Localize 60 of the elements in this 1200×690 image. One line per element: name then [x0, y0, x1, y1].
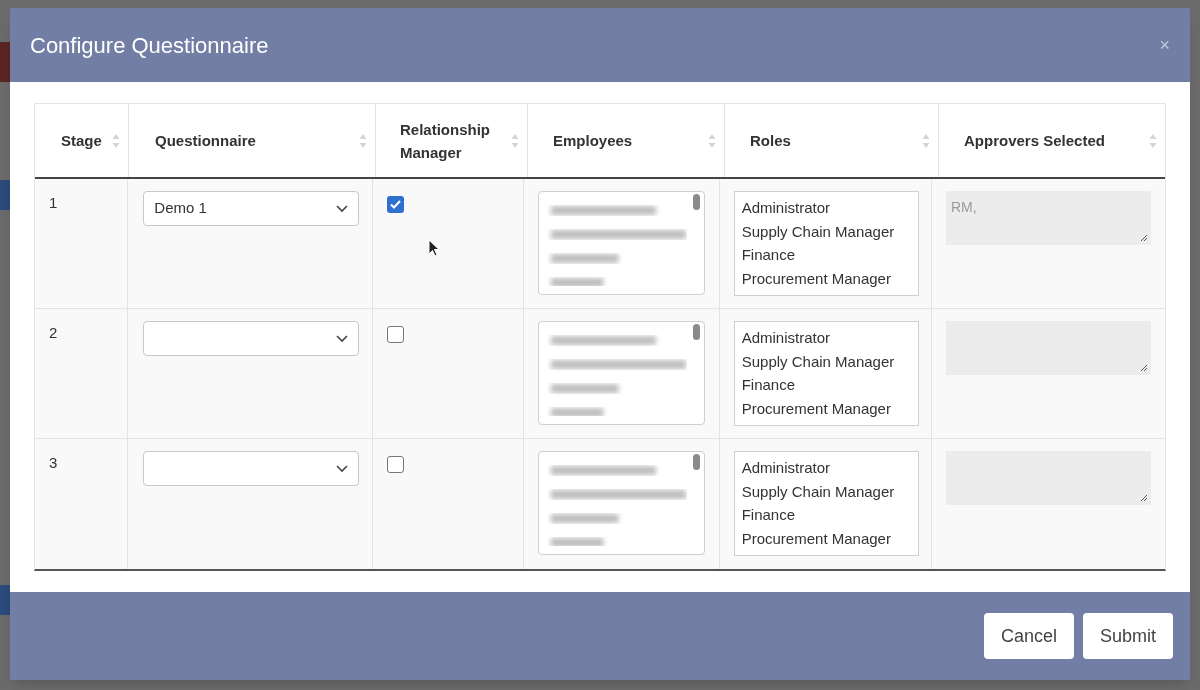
roles-list[interactable]: Administrator Supply Chain Manager Finance Procurement Manager	[733, 321, 919, 426]
resize-handle-icon[interactable]	[1140, 364, 1148, 372]
role-option[interactable]: Procurement Manager	[741, 526, 911, 550]
column-label: Stage	[61, 131, 103, 151]
role-option[interactable]: Procurement Manager	[741, 396, 911, 420]
role-option[interactable]: Administrator	[741, 326, 911, 350]
scrollbar-thumb[interactable]	[693, 454, 701, 470]
sort-icon[interactable]	[511, 132, 519, 149]
role-option[interactable]: Supply Chain Manager	[741, 479, 911, 503]
column-header[interactable]: Approvers Selected	[939, 104, 1165, 177]
column-label: Employees	[553, 131, 634, 151]
checkbox[interactable]	[387, 326, 405, 343]
approvers-field: RM,	[946, 191, 1151, 245]
chevron-down-icon	[336, 464, 349, 473]
employees-list[interactable]	[538, 321, 706, 425]
role-option[interactable]: Finance	[741, 503, 911, 527]
column-header[interactable]: Employees	[528, 104, 725, 177]
cancel-button[interactable]: Cancel	[983, 613, 1074, 659]
stage-number: 3	[49, 454, 58, 471]
column-header[interactable]: Relationship Manager	[376, 104, 528, 177]
role-option[interactable]: Procurement Manager	[741, 266, 911, 290]
role-option[interactable]: Administrator	[741, 456, 911, 480]
sort-icon[interactable]	[1149, 132, 1157, 149]
scrollbar-thumb[interactable]	[693, 324, 701, 340]
resize-handle-icon[interactable]	[1140, 234, 1148, 242]
column-header[interactable]: Questionnaire	[129, 104, 376, 177]
role-option[interactable]: Supply Chain Manager	[741, 219, 911, 243]
questionnaire-select[interactable]	[143, 321, 360, 356]
sort-icon[interactable]	[708, 132, 716, 149]
column-label: Questionnaire	[155, 131, 257, 151]
dialog-title: Configure Questionnaire	[30, 31, 269, 60]
sort-icon[interactable]	[359, 132, 367, 149]
column-header[interactable]: Stage	[35, 104, 129, 177]
role-option[interactable]: Administrator	[741, 196, 911, 220]
chevron-down-icon	[336, 204, 349, 213]
role-option[interactable]: Supply Chain Manager	[741, 349, 911, 373]
resize-handle-icon[interactable]	[1140, 494, 1148, 502]
scrollbar-thumb[interactable]	[693, 194, 701, 210]
chevron-down-icon	[336, 334, 349, 343]
sort-icon[interactable]	[112, 132, 120, 149]
column-header[interactable]: Roles	[725, 104, 939, 177]
roles-list[interactable]: Administrator Supply Chain Manager Finance Procurement Manager	[733, 191, 919, 296]
cursor-icon	[428, 239, 441, 257]
submit-button[interactable]: Submit	[1082, 613, 1173, 659]
checkmark-icon	[390, 200, 402, 209]
employees-list[interactable]	[538, 451, 706, 555]
column-label: Approvers Selected	[964, 131, 1106, 151]
questionnaire-select[interactable]	[143, 451, 360, 486]
stage-number: 2	[49, 324, 58, 341]
questionnaire-select[interactable]: Demo 1	[143, 191, 360, 226]
role-option[interactable]: Finance	[741, 373, 911, 397]
checkbox[interactable]	[387, 456, 405, 473]
checkbox[interactable]	[387, 196, 405, 213]
sort-icon[interactable]	[922, 132, 930, 149]
employees-list[interactable]	[538, 191, 706, 295]
column-label: Roles	[750, 131, 792, 151]
stage-number: 1	[49, 194, 58, 211]
role-option[interactable]: Finance	[741, 243, 911, 267]
roles-list[interactable]: Administrator Supply Chain Manager Finance Procurement Manager	[733, 451, 919, 556]
column-label: Relationship Manager	[400, 119, 491, 163]
